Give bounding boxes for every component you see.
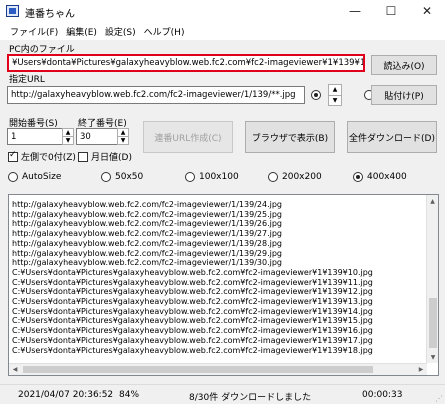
chevron-up-icon[interactable]: ▲: [118, 129, 128, 137]
list-item: C:¥Users¥donta¥Pictures¥galaxyheavyblow.…: [12, 345, 373, 355]
month-day-checkbox[interactable]: 月日値(D): [78, 150, 132, 163]
horizontal-scrollbar[interactable]: ◀ ▶: [9, 363, 427, 375]
status-percent: 84%: [119, 390, 140, 400]
checkbox-icon[interactable]: [8, 150, 18, 162]
maximize-button[interactable]: ☐: [373, 0, 409, 22]
end-number-stepper[interactable]: ▲ ▼: [117, 128, 129, 145]
chevron-up-icon[interactable]: ▲: [63, 129, 73, 137]
size-option-autosize[interactable]: AutoSize: [8, 172, 61, 182]
size-option-50[interactable]: 50x50: [101, 172, 143, 182]
status-datetime: 2021/04/07 20:36:52: [18, 390, 114, 400]
app-icon: [6, 5, 19, 17]
radio-icon[interactable]: [101, 172, 111, 182]
size-label: 400x400: [367, 172, 407, 182]
vertical-scroll-thumb[interactable]: [429, 298, 437, 348]
horizontal-scroll-thumb[interactable]: [23, 366, 373, 373]
status-elapsed: 00:00:33: [362, 390, 403, 400]
download-all-button[interactable]: 全件ダウンロード(D): [347, 121, 437, 153]
size-option-400[interactable]: 400x400: [353, 172, 407, 182]
end-number-input[interactable]: 30: [76, 128, 118, 145]
list-item: C:¥Users¥donta¥Pictures¥galaxyheavyblow.…: [12, 277, 373, 287]
scroll-right-icon[interactable]: ▶: [415, 364, 427, 375]
size-label: 200x200: [282, 172, 322, 182]
radio-icon[interactable]: [185, 172, 195, 182]
size-option-200[interactable]: 200x200: [268, 172, 322, 182]
radio-icon[interactable]: [268, 172, 278, 182]
list-item: http://galaxyheavyblow.web.fc2.com/fc2-i…: [12, 229, 282, 239]
radio-icon[interactable]: [353, 172, 363, 182]
list-item: C:¥Users¥donta¥Pictures¥galaxyheavyblow.…: [12, 335, 373, 345]
month-day-label: 月日値(D): [91, 153, 132, 163]
size-label: AutoSize: [22, 172, 62, 182]
title-bar: 連番ちゃん — ☐ ✕: [0, 0, 445, 22]
start-number-stepper[interactable]: ▲ ▼: [62, 128, 74, 145]
list-item: http://galaxyheavyblow.web.fc2.com/fc2-i…: [12, 248, 282, 258]
make-url-button[interactable]: 連番URL作成(C): [143, 121, 233, 153]
minimize-button[interactable]: —: [337, 0, 373, 22]
window-title: 連番ちゃん: [25, 9, 75, 20]
spec-url-input[interactable]: http://galaxyheavyblow.web.fc2.com/fc2-i…: [7, 86, 305, 104]
checkbox-icon[interactable]: [78, 151, 88, 162]
list-item: http://galaxyheavyblow.web.fc2.com/fc2-i…: [12, 238, 282, 248]
menu-edit[interactable]: 編集(E): [62, 25, 101, 38]
size-label: 100x100: [199, 172, 239, 182]
radio-icon[interactable]: [8, 172, 18, 182]
load-button[interactable]: 読込み(O): [371, 55, 437, 75]
spin-up-icon[interactable]: ▲: [329, 85, 341, 96]
menu-file[interactable]: ファイル(F): [6, 25, 62, 38]
url-spinner[interactable]: ▲ ▼: [328, 84, 342, 106]
list-item: C:¥Users¥donta¥Pictures¥galaxyheavyblow.…: [12, 326, 373, 336]
browser-view-button[interactable]: ブラウザで表示(B): [245, 121, 335, 153]
paste-button[interactable]: 貼付け(P): [371, 85, 437, 105]
list-item: C:¥Users¥donta¥Pictures¥galaxyheavyblow.…: [12, 306, 373, 316]
list-item: http://galaxyheavyblow.web.fc2.com/fc2-i…: [12, 200, 282, 209]
resize-grip-icon[interactable]: ⋰: [435, 394, 443, 403]
pc-file-input[interactable]: ¥Users¥donta¥Pictures¥galaxyheavyblow.we…: [7, 54, 365, 72]
spin-down-icon[interactable]: ▼: [329, 96, 341, 106]
list-item: C:¥Users¥donta¥Pictures¥galaxyheavyblow.…: [12, 316, 373, 326]
list-item: C:¥Users¥donta¥Pictures¥galaxyheavyblow.…: [12, 267, 373, 277]
pad-zero-checkbox[interactable]: 左側で0付(Z): [8, 150, 76, 163]
list-item: http://galaxyheavyblow.web.fc2.com/fc2-i…: [12, 209, 282, 219]
url-radio[interactable]: [311, 90, 321, 100]
menu-bar: ファイル(F) 編集(E) 設定(S) ヘルプ(H): [0, 22, 445, 40]
list-item: C:¥Users¥donta¥Pictures¥galaxyheavyblow.…: [12, 287, 373, 297]
size-option-100[interactable]: 100x100: [185, 172, 239, 182]
scroll-down-icon[interactable]: ▼: [427, 351, 438, 363]
chevron-down-icon[interactable]: ▼: [63, 137, 73, 144]
status-message: 8/30件 ダウンロードしました: [189, 393, 312, 403]
close-button[interactable]: ✕: [409, 0, 445, 22]
menu-help[interactable]: ヘルプ(H): [140, 25, 189, 38]
list-item: http://galaxyheavyblow.web.fc2.com/fc2-i…: [12, 258, 282, 268]
scroll-up-icon[interactable]: ▲: [427, 195, 438, 207]
log-rows: http://galaxyheavyblow.web.fc2.com/fc2-i…: [9, 195, 438, 355]
menu-settings[interactable]: 設定(S): [101, 25, 140, 38]
chevron-down-icon[interactable]: ▼: [118, 137, 128, 144]
start-number-input[interactable]: 1: [7, 128, 63, 145]
vertical-scrollbar[interactable]: ▲ ▼: [426, 195, 438, 363]
scroll-left-icon[interactable]: ◀: [9, 364, 21, 375]
list-item: C:¥Users¥donta¥Pictures¥galaxyheavyblow.…: [12, 297, 373, 307]
list-item: http://galaxyheavyblow.web.fc2.com/fc2-i…: [12, 219, 282, 229]
log-list[interactable]: http://galaxyheavyblow.web.fc2.com/fc2-i…: [8, 194, 439, 376]
size-label: 50x50: [115, 172, 144, 182]
pad-zero-label: 左側で0付(Z): [21, 153, 76, 163]
spec-url-label: 指定URL: [9, 75, 45, 85]
status-bar: 2021/04/07 20:36:52 84% 8/30件 ダウンロードしました…: [0, 384, 445, 404]
